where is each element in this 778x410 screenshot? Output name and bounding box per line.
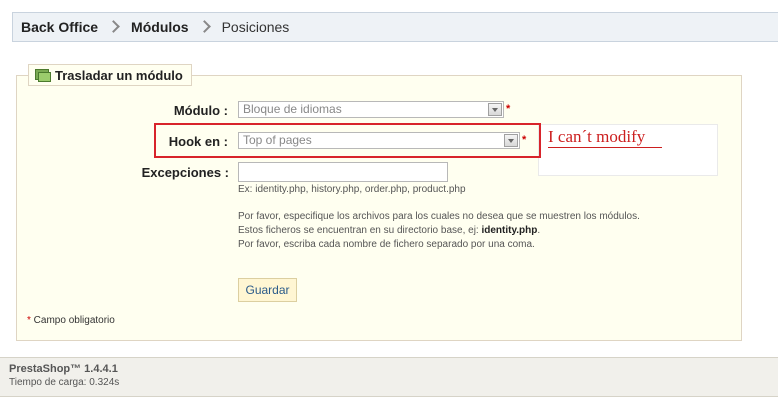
exceptions-help-line1: Por favor, especifique los archivos para… bbox=[238, 211, 640, 222]
breadcrumb-back-office[interactable]: Back Office bbox=[21, 19, 98, 35]
module-required-mark: * bbox=[506, 103, 511, 115]
exceptions-example: Ex: identity.php, history.php, order.php… bbox=[238, 184, 466, 195]
stacked-green-folders-icon bbox=[35, 69, 51, 82]
breadcrumb-posiciones: Posiciones bbox=[221, 19, 290, 35]
fieldset-legend: Trasladar un módulo bbox=[28, 64, 192, 86]
chevron-down-icon[interactable] bbox=[488, 103, 502, 116]
module-label: Módulo : bbox=[173, 103, 228, 118]
module-select[interactable]: Bloque de idiomas bbox=[238, 101, 504, 118]
required-field-note: * Campo obligatorio bbox=[27, 315, 115, 326]
help-line2-prefix: Estos ficheros se encuentran en su direc… bbox=[238, 225, 482, 236]
annotation-text: I can´t modify bbox=[548, 127, 646, 146]
exceptions-help-line2: Estos ficheros se encuentran en su direc… bbox=[238, 225, 540, 236]
exceptions-input[interactable] bbox=[238, 162, 448, 182]
exceptions-label: Excepciones : bbox=[141, 165, 229, 180]
module-select-value: Bloque de idiomas bbox=[243, 102, 342, 116]
breadcrumb: Back Office Módulos Posiciones bbox=[12, 12, 778, 42]
exceptions-help-line3: Por favor, escriba cada nombre de ficher… bbox=[238, 239, 535, 250]
required-note-text: Campo obligatorio bbox=[30, 315, 115, 326]
chevron-right-icon bbox=[199, 21, 211, 33]
legend-title: Trasladar un módulo bbox=[55, 67, 183, 83]
chevron-right-icon bbox=[108, 21, 120, 33]
footer-brand: PrestaShop™ 1.4.4.1 bbox=[9, 363, 118, 375]
breadcrumb-modulos[interactable]: Módulos bbox=[131, 19, 189, 35]
help-line2-filename: identity.php bbox=[481, 225, 538, 236]
footer-load-time: Tiempo de carga: 0.324s bbox=[9, 377, 120, 388]
save-button[interactable]: Guardar bbox=[238, 278, 297, 302]
annotation-highlight-box bbox=[154, 123, 541, 158]
annotation-underline bbox=[548, 147, 662, 148]
help-line2-suffix: . bbox=[537, 225, 541, 236]
